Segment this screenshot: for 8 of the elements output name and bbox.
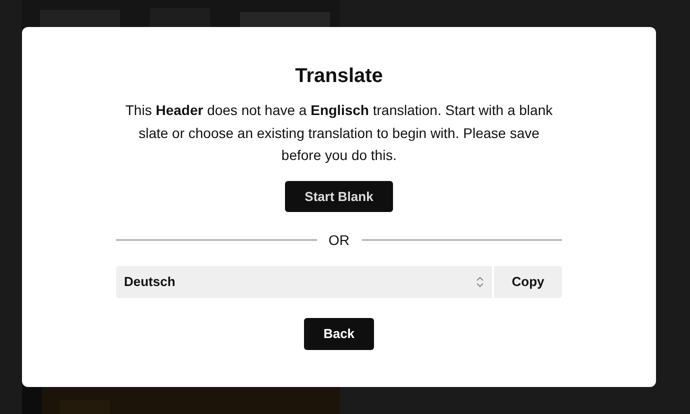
copy-button[interactable]: Copy xyxy=(494,266,562,298)
divider-label: OR xyxy=(328,232,350,248)
dialog-message: This Header does not have a Englisch translation. Start with a blank slate or choose an existing translation to begin with. Please save before you do this. xyxy=(124,101,554,165)
back-button[interactable]: Back xyxy=(304,318,374,350)
dialog-title: Translate xyxy=(295,64,383,89)
start-blank-button[interactable]: Start Blank xyxy=(284,180,394,212)
chevron-updown-icon xyxy=(476,276,484,288)
language-select[interactable]: Deutsch xyxy=(116,266,492,298)
